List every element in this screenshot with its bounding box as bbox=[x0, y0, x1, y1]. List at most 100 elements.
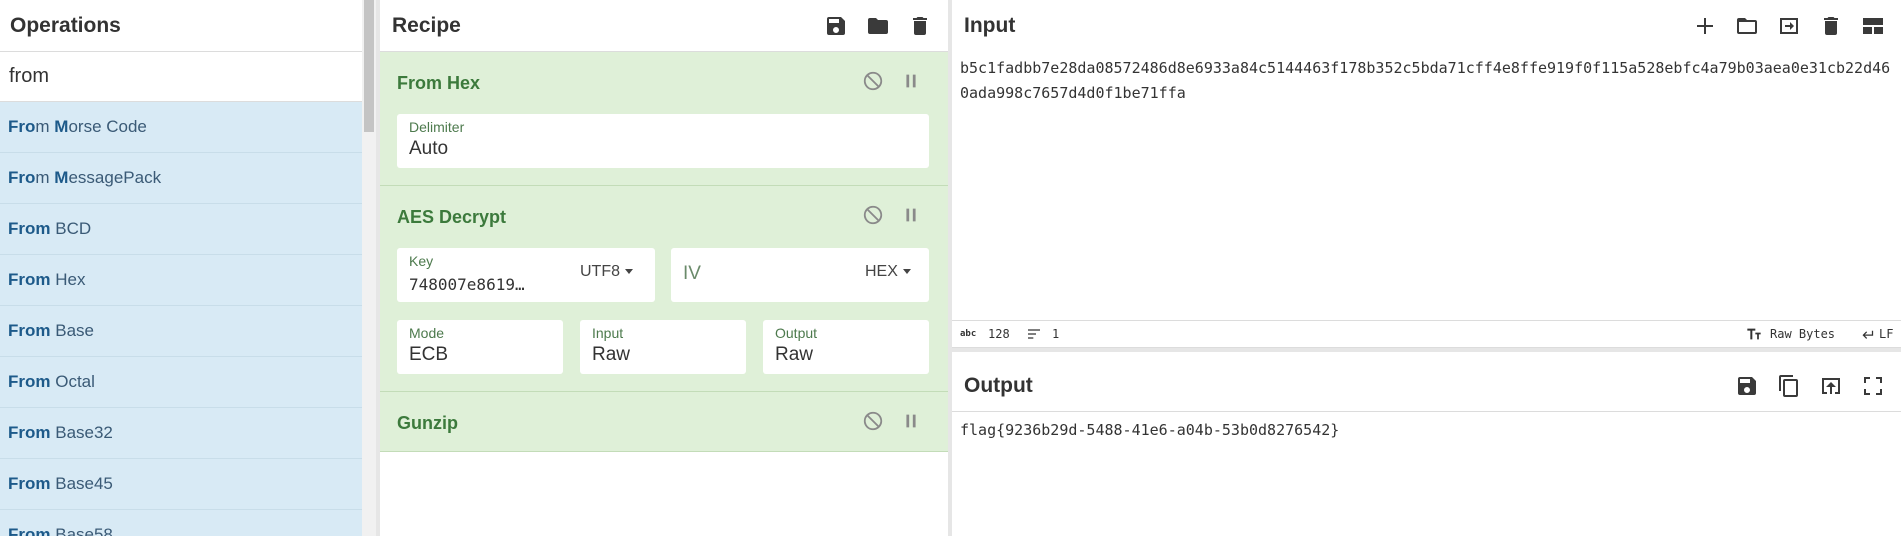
trash-icon[interactable] bbox=[906, 12, 934, 40]
ingredient-gunzip[interactable]: Gunzip bbox=[380, 392, 948, 452]
output-title: Output bbox=[964, 373, 1033, 397]
pause-icon[interactable] bbox=[900, 70, 922, 97]
input-title: Input bbox=[964, 14, 1016, 37]
text-format-icon[interactable] bbox=[1746, 326, 1762, 342]
recipe-header: Recipe bbox=[380, 0, 948, 52]
input-output-divider[interactable] bbox=[952, 348, 1901, 352]
delimiter-value: Auto bbox=[409, 138, 449, 159]
disable-icon[interactable] bbox=[862, 204, 884, 231]
iv-encoding-dropdown[interactable]: HEX bbox=[865, 263, 911, 281]
input-textarea[interactable]: b5c1fadbb7e28da08572486d8e6933a84c514446… bbox=[960, 56, 1895, 106]
operation-item[interactable]: Fro m Morse Code bbox=[0, 102, 362, 153]
layout-icon[interactable] bbox=[1859, 12, 1887, 40]
chevron-down-icon bbox=[902, 269, 911, 275]
import-icon[interactable] bbox=[1775, 12, 1803, 40]
input-format-label: Input bbox=[592, 325, 624, 341]
length-icon: abc bbox=[960, 329, 977, 339]
folder-icon[interactable] bbox=[1733, 12, 1761, 40]
operation-item[interactable]: From Hex bbox=[0, 255, 362, 306]
operation-item[interactable]: From Base bbox=[0, 306, 362, 357]
input-status-bar: abc 128 1 Raw Bytes LF bbox=[952, 320, 1901, 348]
operation-match-text: Fro bbox=[8, 168, 36, 187]
input-header: Input bbox=[952, 0, 1901, 52]
operation-match-text: From bbox=[8, 219, 51, 238]
operation-text: Hex bbox=[55, 270, 86, 289]
recipe-panel: Recipe From Hex Delimiter Auto AES Decry… bbox=[380, 0, 948, 536]
operation-item[interactable]: From Octal bbox=[0, 357, 362, 408]
operation-item[interactable]: From BCD bbox=[0, 204, 362, 255]
mode-value: ECB bbox=[409, 344, 449, 365]
operation-text: Base58 bbox=[55, 525, 113, 536]
output-format-value: Raw bbox=[775, 344, 814, 365]
operation-item[interactable]: From Base58 bbox=[0, 510, 362, 536]
input-eol[interactable]: LF bbox=[1879, 327, 1893, 341]
key-label: Key bbox=[409, 253, 434, 269]
operation-match-text: From bbox=[8, 372, 51, 391]
operation-text: BCD bbox=[55, 219, 92, 238]
ingredient-title: AES Decrypt bbox=[397, 207, 507, 227]
maximize-icon[interactable] bbox=[1859, 372, 1887, 400]
trash-icon[interactable] bbox=[1817, 12, 1845, 40]
operation-match-text: From bbox=[8, 321, 51, 340]
disable-icon[interactable] bbox=[862, 70, 884, 97]
operation-text: Base bbox=[55, 321, 94, 340]
input-encoding[interactable]: Raw Bytes bbox=[1770, 327, 1835, 341]
input-format-value: Raw bbox=[592, 344, 631, 365]
ingredient-title: From Hex bbox=[397, 73, 481, 93]
operation-text: m bbox=[35, 168, 55, 187]
disable-icon[interactable] bbox=[862, 410, 884, 437]
input-format-field[interactable]: Input Raw bbox=[580, 320, 746, 374]
operation-item[interactable]: Fro m MessagePack bbox=[0, 153, 362, 204]
key-field[interactable]: Key 748007e8619… UTF8 bbox=[397, 248, 655, 302]
operation-match-text: M bbox=[54, 117, 69, 136]
operation-match-text: From bbox=[8, 474, 51, 493]
replace-input-icon[interactable] bbox=[1817, 372, 1845, 400]
io-panel: Input b5c1fadbb7e28da08572486d8e6933a84c… bbox=[952, 0, 1901, 536]
iv-field[interactable]: IV HEX bbox=[671, 248, 929, 302]
key-value: 748007e8619… bbox=[409, 275, 525, 294]
operations-search-input[interactable]: from bbox=[0, 52, 375, 102]
delimiter-label: Delimiter bbox=[409, 119, 465, 135]
copy-icon[interactable] bbox=[1775, 372, 1803, 400]
output-format-label: Output bbox=[775, 325, 818, 341]
operations-title: Operations bbox=[0, 0, 375, 52]
input-lines: 1 bbox=[1052, 327, 1060, 341]
operation-text: Base45 bbox=[55, 474, 113, 493]
iv-placeholder: IV bbox=[683, 263, 701, 284]
mode-label: Mode bbox=[409, 325, 445, 341]
iv-encoding-value: HEX bbox=[865, 263, 898, 280]
operation-text: orse Code bbox=[68, 117, 147, 136]
ingredient-from-hex[interactable]: From Hex Delimiter Auto bbox=[380, 52, 948, 186]
recipe-title: Recipe bbox=[392, 13, 461, 37]
output-format-field[interactable]: Output Raw bbox=[763, 320, 929, 374]
input-length: 128 bbox=[988, 327, 1010, 341]
operation-text: Base32 bbox=[55, 423, 113, 442]
key-encoding-value: UTF8 bbox=[580, 263, 620, 280]
ingredient-title: Gunzip bbox=[397, 413, 458, 433]
delimiter-field[interactable]: Delimiter Auto bbox=[397, 114, 929, 168]
mode-field[interactable]: Mode ECB bbox=[397, 320, 563, 374]
output-header: Output bbox=[952, 360, 1901, 412]
pause-icon[interactable] bbox=[900, 204, 922, 231]
save-icon[interactable] bbox=[1733, 372, 1761, 400]
chevron-down-icon bbox=[625, 269, 633, 275]
key-encoding-dropdown[interactable]: UTF8 bbox=[580, 263, 633, 281]
operation-match-text: From bbox=[8, 423, 51, 442]
operation-text: m bbox=[35, 117, 55, 136]
save-icon[interactable] bbox=[822, 12, 850, 40]
operation-match-text: Fro bbox=[8, 117, 36, 136]
operation-item[interactable]: From Base32 bbox=[0, 408, 362, 459]
plus-icon[interactable] bbox=[1691, 12, 1719, 40]
cyberchef-app: Operations from Fro m Morse Code Fro m Mess… bbox=[0, 0, 1901, 536]
operation-text: Octal bbox=[55, 372, 95, 391]
operations-scrollbar-thumb[interactable] bbox=[364, 0, 374, 132]
ingredient-aes-decrypt[interactable]: AES Decrypt Key 748007e8619… UTF8 IV HEX… bbox=[380, 186, 948, 392]
lines-icon bbox=[1026, 326, 1042, 342]
folder-icon[interactable] bbox=[864, 12, 892, 40]
eol-icon[interactable] bbox=[1860, 327, 1875, 342]
operation-match-text: M bbox=[54, 168, 69, 187]
operation-item[interactable]: From Base45 bbox=[0, 459, 362, 510]
operation-match-text: From bbox=[8, 270, 51, 289]
output-textarea[interactable]: flag{9236b29d-5488-41e6-a04b-53b0d827654… bbox=[960, 418, 1895, 443]
pause-icon[interactable] bbox=[900, 410, 922, 437]
